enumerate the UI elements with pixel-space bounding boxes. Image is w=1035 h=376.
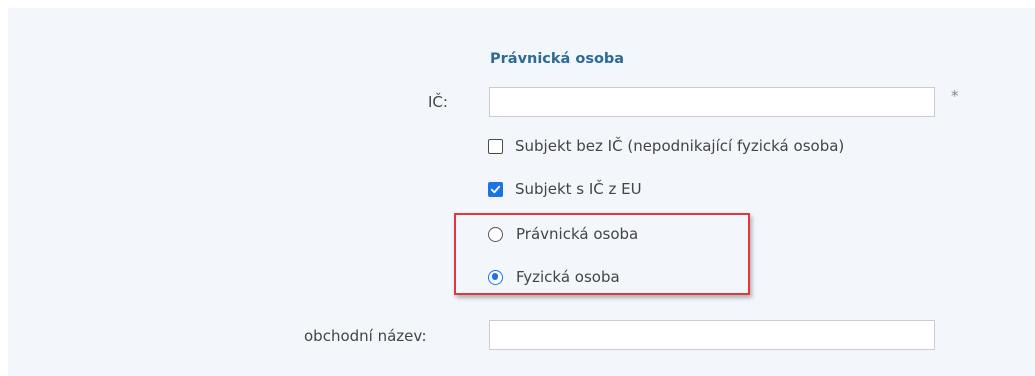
ic-input[interactable]: [489, 87, 935, 117]
checkbox-subjekt-bez-ic[interactable]: Subjekt bez IČ (nepodnikající fyzická os…: [488, 134, 844, 158]
checkbox-unchecked-icon[interactable]: [488, 138, 503, 154]
radio-label: Fyzická osoba: [516, 268, 620, 286]
radio-fyzicka-osoba[interactable]: Fyzická osoba: [488, 265, 620, 289]
checkbox-label: Subjekt s IČ z EU: [515, 180, 642, 198]
radio-label: Právnická osoba: [516, 225, 639, 243]
radio-unselected-icon[interactable]: [488, 226, 503, 242]
radio-selected-icon[interactable]: [488, 269, 503, 285]
ic-label: IČ:: [428, 93, 448, 111]
required-asterisk: *: [951, 87, 959, 105]
trade-name-input[interactable]: [489, 320, 935, 350]
section-title: Právnická osoba: [490, 51, 625, 67]
checkbox-label: Subjekt bez IČ (nepodnikající fyzická os…: [515, 137, 845, 155]
checkmark-icon: [490, 185, 501, 193]
checkbox-checked-icon[interactable]: [488, 181, 503, 197]
checkbox-subjekt-s-ic-eu[interactable]: Subjekt s IČ z EU: [488, 177, 642, 201]
trade-name-label: obchodní název:: [304, 327, 427, 345]
radio-pravnicka-osoba[interactable]: Právnická osoba: [488, 222, 638, 246]
